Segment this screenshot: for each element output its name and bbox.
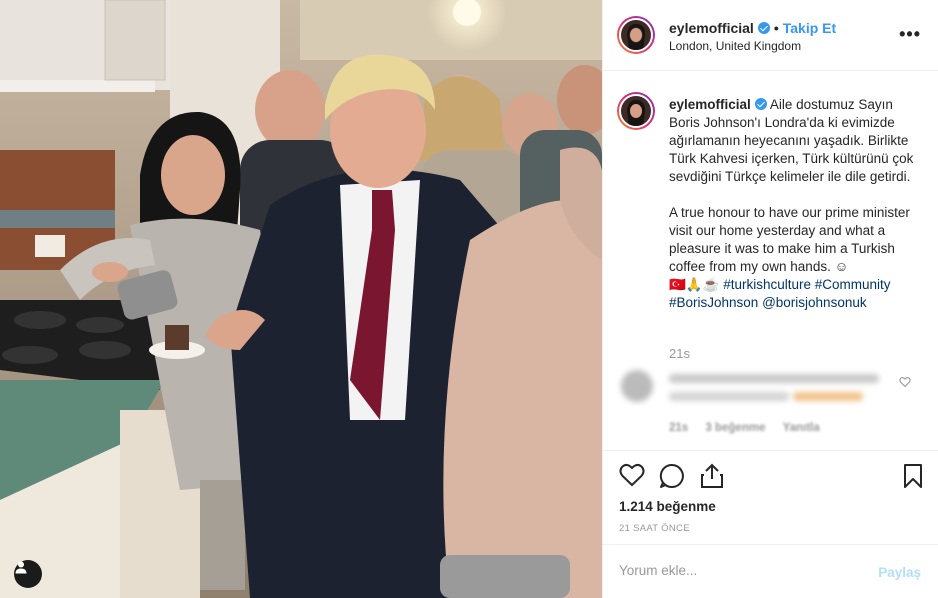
hashtag-link[interactable]: #Community bbox=[815, 277, 891, 292]
follow-button[interactable]: Takip Et bbox=[783, 20, 836, 36]
more-options-icon[interactable]: ••• bbox=[899, 24, 921, 45]
mention-link[interactable]: @borisjohnsonuk bbox=[762, 295, 867, 310]
add-comment-bar: Paylaş bbox=[603, 544, 938, 598]
verified-badge-icon bbox=[754, 98, 767, 110]
hashtag-link[interactable]: #turkishculture bbox=[723, 277, 811, 292]
author-avatar[interactable] bbox=[617, 16, 655, 54]
separator-dot: • bbox=[773, 20, 779, 36]
tagged-users-button[interactable] bbox=[14, 560, 42, 588]
user-icon bbox=[15, 561, 27, 574]
commenter-avatar[interactable] bbox=[621, 370, 653, 402]
comment-input[interactable] bbox=[619, 563, 859, 578]
caption-username[interactable]: eylemofficial bbox=[669, 97, 751, 112]
posted-time[interactable]: 21 SAAT ÖNCE bbox=[619, 523, 690, 534]
post-location[interactable]: London, United Kingdom bbox=[669, 39, 801, 53]
comment-reply[interactable]: Yanıtla bbox=[783, 422, 820, 434]
bookmark-icon[interactable] bbox=[903, 463, 923, 492]
post-comment-button[interactable]: Paylaş bbox=[878, 565, 921, 580]
hashtag-link[interactable]: #BorisJohnson bbox=[669, 295, 758, 310]
comment-likes[interactable]: 3 beğenme bbox=[705, 422, 765, 434]
comment-emoji-blurred bbox=[793, 392, 863, 401]
caption-time[interactable]: 21s bbox=[669, 346, 690, 361]
caption-english: A true honour to have our prime minister… bbox=[669, 205, 910, 274]
comment-item: 21s 3 beğenme Yanıtla bbox=[603, 362, 938, 442]
comment-like-icon[interactable] bbox=[899, 376, 911, 391]
comment-text-blurred bbox=[669, 392, 789, 401]
post-header: eylemofficial • Takip Et London, United Ki… bbox=[603, 0, 938, 71]
like-heart-icon[interactable] bbox=[619, 463, 645, 490]
post-actions: 1.214 beğenme 21 SAAT ÖNCE bbox=[603, 450, 938, 544]
caption-avatar[interactable] bbox=[617, 92, 655, 130]
comment-text-blurred bbox=[669, 374, 879, 383]
verified-badge-icon bbox=[757, 22, 770, 34]
caption-text: eylemofficial Aile dostumuz Sayın Boris … bbox=[669, 96, 917, 312]
caption-emoji: 🇹🇷🙏☕ bbox=[669, 277, 720, 292]
post-photo[interactable] bbox=[0, 0, 602, 598]
likes-count[interactable]: 1.214 beğenme bbox=[619, 499, 716, 514]
post-side-panel: eylemofficial • Takip Et London, United Ki… bbox=[602, 0, 938, 598]
photo-illustration bbox=[0, 0, 602, 598]
share-upload-icon[interactable] bbox=[700, 463, 724, 492]
author-username[interactable]: eylemofficial bbox=[669, 20, 754, 36]
comment-time: 21s bbox=[669, 422, 689, 434]
comment-bubble-icon[interactable] bbox=[659, 463, 685, 492]
